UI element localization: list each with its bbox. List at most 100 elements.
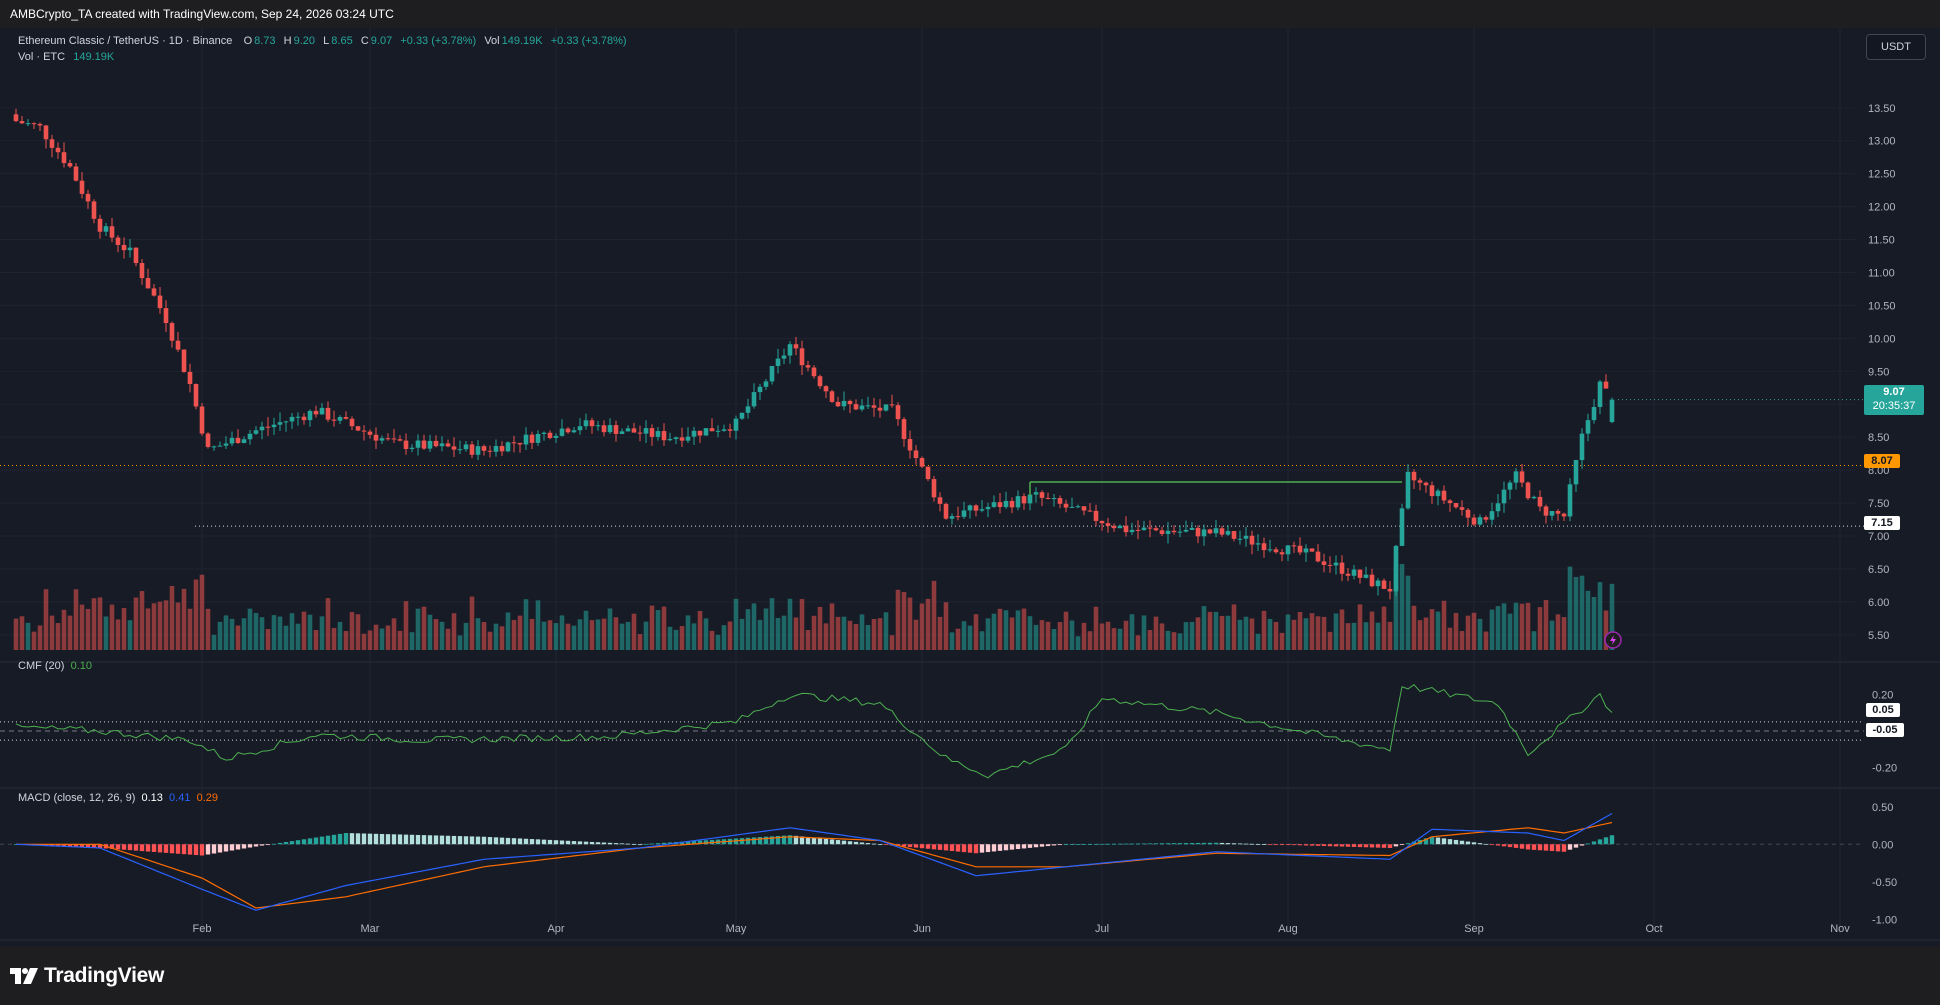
- macd-histogram-value: 0.13: [141, 792, 163, 804]
- macd-histogram-bar: [1537, 844, 1543, 851]
- macd-histogram-bar: [919, 844, 925, 849]
- volume-bar: [1123, 620, 1129, 650]
- macd-histogram-bar: [991, 844, 997, 852]
- macd-histogram-bar: [1321, 844, 1327, 847]
- volume-bar: [139, 591, 145, 650]
- chart-area[interactable]: Feb Mar Apr May Jun Jul Aug Sep Oct Nov 13.50 13.00…: [0, 28, 1940, 946]
- close-label: C: [360, 35, 369, 47]
- macd-histogram-bar: [361, 833, 367, 845]
- macd-histogram-bar: [1495, 844, 1501, 846]
- volume-bar: [727, 621, 733, 650]
- volume-bar: [919, 603, 925, 650]
- candle: [835, 401, 841, 407]
- candle: [1585, 420, 1591, 434]
- macd-histogram-bar: [967, 844, 973, 853]
- candle: [289, 416, 295, 422]
- macd-histogram-bar: [271, 843, 277, 845]
- candle: [589, 420, 595, 427]
- macd-signal-value: 0.29: [196, 792, 219, 804]
- volume-bar: [577, 619, 583, 650]
- macd-histogram-bar: [445, 835, 451, 845]
- volume-bar: [1279, 632, 1285, 650]
- macd-histogram-bar: [1591, 841, 1597, 845]
- volume-bar: [361, 633, 367, 650]
- volume-bar: [67, 615, 73, 650]
- volume-bar: [1249, 618, 1255, 650]
- candle: [619, 431, 625, 434]
- volume-bar: [643, 621, 649, 650]
- macd-histogram-bar: [931, 844, 937, 850]
- candle: [967, 505, 973, 511]
- volume-bar: [997, 608, 1003, 650]
- volume-bar: [145, 608, 151, 650]
- candle: [787, 344, 793, 356]
- candle: [703, 428, 709, 436]
- currency-button[interactable]: USDT: [1866, 34, 1926, 60]
- candle: [1249, 535, 1255, 545]
- candle: [1153, 528, 1159, 531]
- volume-bar: [421, 606, 427, 650]
- macd-histogram-bar: [253, 844, 259, 847]
- macd-histogram-bar: [385, 834, 391, 845]
- candle: [583, 420, 589, 427]
- candle: [1567, 484, 1573, 517]
- candle: [1177, 531, 1183, 533]
- macd-histogram-bar: [373, 833, 379, 845]
- macd-histogram-bar: [133, 844, 139, 851]
- macd-histogram-bar: [175, 844, 181, 854]
- macd-histogram-bar: [1327, 844, 1333, 847]
- macd-histogram-bar: [949, 844, 955, 851]
- candle: [841, 400, 847, 407]
- volume-bar: [1579, 575, 1585, 650]
- volume-label[interactable]: Vol · ETC: [18, 51, 65, 63]
- candle: [49, 139, 55, 148]
- candle: [475, 446, 481, 455]
- volume-bar: [619, 623, 625, 650]
- volume-bar: [1267, 618, 1273, 650]
- candle: [421, 440, 427, 449]
- candle: [1507, 482, 1513, 490]
- volume-bar: [43, 589, 49, 650]
- volume-bar: [1225, 615, 1231, 650]
- time-axis-label: Oct: [1645, 923, 1662, 935]
- macd-histogram-bar: [355, 833, 361, 845]
- candle: [631, 428, 637, 433]
- chart-canvas[interactable]: Feb Mar Apr May Jun Jul Aug Sep Oct Nov 13.50 13.00…: [0, 28, 1940, 946]
- candle: [1525, 482, 1531, 499]
- volume-bar: [583, 610, 589, 650]
- candle: [1411, 471, 1417, 481]
- candle: [757, 386, 763, 393]
- macd-histogram-bar: [739, 838, 745, 845]
- time-axis-label: May: [726, 923, 747, 935]
- volume-bar: [13, 618, 19, 650]
- macd-histogram-bar: [1351, 844, 1357, 847]
- macd-title[interactable]: MACD (close, 12, 26, 9): [18, 792, 135, 804]
- volume-bar: [589, 620, 595, 650]
- volume-bar: [613, 617, 619, 650]
- volume-bar: [973, 614, 979, 650]
- tradingview-wordmark: TradingView: [44, 964, 165, 987]
- volume-bar: [517, 615, 523, 650]
- volume-bar: [505, 612, 511, 650]
- vol-change-value: +0.33 (+3.78%): [550, 35, 627, 47]
- candle: [1213, 528, 1219, 534]
- volume-bar: [1525, 602, 1531, 650]
- macd-histogram-bar: [625, 843, 631, 845]
- macd-histogram-bar: [301, 839, 307, 845]
- volume-bar: [1003, 610, 1009, 650]
- symbol-name[interactable]: Ethereum Classic / TetherUS · 1D · Binan…: [18, 35, 232, 47]
- macd-histogram-bar: [1165, 843, 1171, 845]
- volume-bar: [85, 608, 91, 650]
- volume-bar: [1369, 611, 1375, 650]
- volume-bar: [451, 613, 457, 650]
- macd-histogram-bar: [1105, 843, 1111, 845]
- volume-bar: [1363, 622, 1369, 650]
- macd-histogram-bar: [1087, 844, 1093, 845]
- tradingview-logo[interactable]: TradingView: [10, 964, 164, 988]
- volume-bar: [205, 608, 211, 650]
- volume-bar: [1477, 618, 1483, 650]
- volume-bar: [673, 629, 679, 650]
- cmf-title[interactable]: CMF (20): [18, 660, 64, 672]
- candle: [829, 391, 835, 402]
- price-axis-label: 13.50: [1868, 103, 1896, 115]
